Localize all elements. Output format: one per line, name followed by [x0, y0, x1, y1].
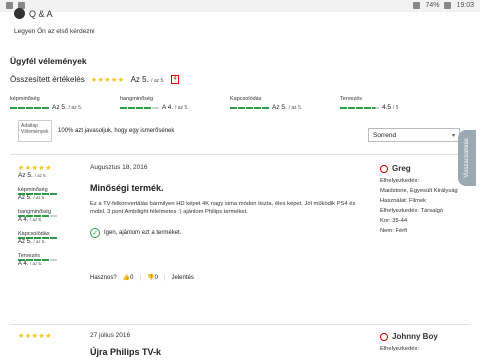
review-body: Ez a TV-felkonvertálás bármilyen HD képe… [90, 201, 356, 215]
reviewer-meta: Maidstone, Egyesült Királyság [380, 188, 458, 194]
wifi-icon [413, 2, 421, 9]
feedback-tab[interactable]: Visszacsatolás [458, 130, 476, 186]
reviewer-meta: Nem: Férfi [380, 228, 408, 234]
sort-label: Sorrend [373, 132, 397, 139]
divider [10, 324, 470, 325]
mini-metric: képminőség Az 5. / az 5. [18, 187, 78, 201]
review-helpful: Hasznos? 👍0 | 👎0 | Jelentés [90, 274, 194, 282]
review-date: Augusztus 18, 2016 [90, 164, 148, 171]
reviewer-name: Greg [392, 164, 411, 173]
metric-value: Az 5. / az 5. [52, 104, 83, 111]
battery-icon [444, 2, 452, 9]
review-title: Újra Philips TV-k [90, 347, 162, 357]
first-question-link[interactable]: Legyen Ön az első kérdezni [14, 28, 95, 35]
review-stars: ★★★★★ [18, 333, 52, 340]
metric-value: Az 5. / az 5. [272, 104, 303, 111]
reviews-section-title: Ügyfél vélemények [10, 56, 87, 66]
review-recommend-text: Igen, ajánlom ezt a terméket. [104, 230, 182, 236]
thumbs-up-button[interactable]: 👍0 [123, 274, 134, 281]
overall-rating: Összesített értékelés ★★★★★ Az 5. / az 5… [10, 75, 180, 84]
review-ratings: ★★★★★ [18, 332, 78, 340]
reviewer-meta: Elhelyezkedés: Társalgó [380, 208, 444, 214]
report-link[interactable]: Jelentés [171, 275, 193, 281]
mini-metric: hangminőség A 4. / az 5. [18, 209, 78, 223]
reviewer-meta: Elhelyezkedés: [380, 346, 419, 352]
review-score: Az 5. / az 5. [18, 172, 47, 179]
metric-label: Kapcsolódás [230, 96, 262, 102]
review-content: 27 július 2016 Újra Philips TV-k [90, 332, 360, 357]
chevron-down-icon: ▾ [451, 133, 455, 139]
qa-header: Q & A [14, 8, 53, 19]
reviewer-meta: Kor: 35-44 [380, 218, 408, 224]
mini-metric-value: Az 5. / az 5. [18, 195, 46, 201]
notification-icon [6, 2, 13, 9]
mini-metric: Tervezés A 4. / az 5. [18, 253, 78, 267]
metric-bar [120, 106, 159, 109]
helpful-label: Hasznos? [90, 274, 117, 281]
recommend-text: 100% azt javasoljuk, hogy egy ismerőséne… [58, 128, 175, 134]
metric-bar [10, 106, 49, 109]
reviewer-meta: Elhelyezkedés: [380, 178, 419, 184]
sort-dropdown[interactable]: Sorrend ▾ [368, 128, 460, 142]
mini-metric-value: Az 5. / az 5. [18, 239, 46, 245]
reviewer-name: Johnny Boy [392, 332, 438, 341]
mini-metric-value: A 4. / az 5. [18, 261, 43, 267]
metric-label: képminőség [10, 96, 40, 102]
review-content: Augusztus 18, 2016 Minőségi termék. Ez a… [90, 164, 360, 281]
mini-metric-value: A 4. / az 5. [18, 217, 43, 223]
user-icon [380, 333, 388, 341]
reviews-image: Adatlap Vélemények [18, 120, 52, 142]
metric-tervezes: Tervezés 4.5 / 5 [340, 96, 430, 111]
mini-metric: Kapcsolódás Az 5. / az 5. [18, 231, 78, 245]
battery-text: 74% [425, 2, 440, 9]
review-count-badge[interactable]: 4 [170, 75, 180, 84]
divider [10, 154, 470, 155]
metric-bar [340, 106, 379, 109]
metric-label: hangminőség [120, 96, 154, 102]
reviewer-name-row: Johnny Boy [380, 332, 470, 342]
metric-kapcsolodas: Kapcsolódás Az 5. / az 5. [230, 96, 320, 111]
reviewer-info: Greg Elhelyezkedés: Maidstone, Egyesült … [380, 164, 470, 236]
check-icon: ✓ [90, 228, 100, 238]
metric-bar [230, 106, 269, 109]
clock: 19:03 [456, 2, 474, 9]
reviewer-meta: Használat: Filmek [380, 198, 427, 204]
overall-label: Összesített értékelés [10, 75, 85, 84]
review-date: 27 július 2016 [90, 332, 131, 339]
qa-label: Q & A [29, 8, 53, 19]
review-ratings: ★★★★★ Az 5. / az 5. képminőség Az 5. / a… [18, 164, 78, 267]
qa-bubble-icon [14, 8, 25, 19]
status-bar: 74% 19:03 [0, 0, 480, 12]
feedback-label: Visszacsatolás [464, 138, 471, 178]
thumbs-down-button[interactable]: 👎0 [147, 274, 158, 281]
review-stars: ★★★★★ [18, 165, 52, 172]
metric-hangminoseg: hangminőség A 4. / az 5. [120, 96, 210, 111]
overall-score: Az 5. / az 5. [130, 75, 165, 84]
overall-stars: ★★★★★ [90, 76, 125, 84]
metric-value: 4.5 / 5 [382, 104, 399, 111]
reviewer-info: Johnny Boy Elhelyezkedés: [380, 332, 470, 354]
reviewer-name-row: Greg [380, 164, 470, 174]
review-recommend: ✓ Igen, ajánlom ezt a terméket. [90, 228, 360, 238]
review-title: Minőségi termék. [90, 183, 164, 193]
rating-metrics: képminőség Az 5. / az 5. hangminőség A 4… [10, 96, 430, 111]
recommend-summary: Adatlap Vélemények 100% azt javasoljuk, … [18, 120, 174, 142]
user-icon [380, 165, 388, 173]
status-right: 74% 19:03 [413, 2, 474, 9]
metric-value: A 4. / az 5. [162, 104, 189, 111]
metric-label: Tervezés [340, 96, 363, 102]
metric-kepminoseg: képminőség Az 5. / az 5. [10, 96, 100, 111]
